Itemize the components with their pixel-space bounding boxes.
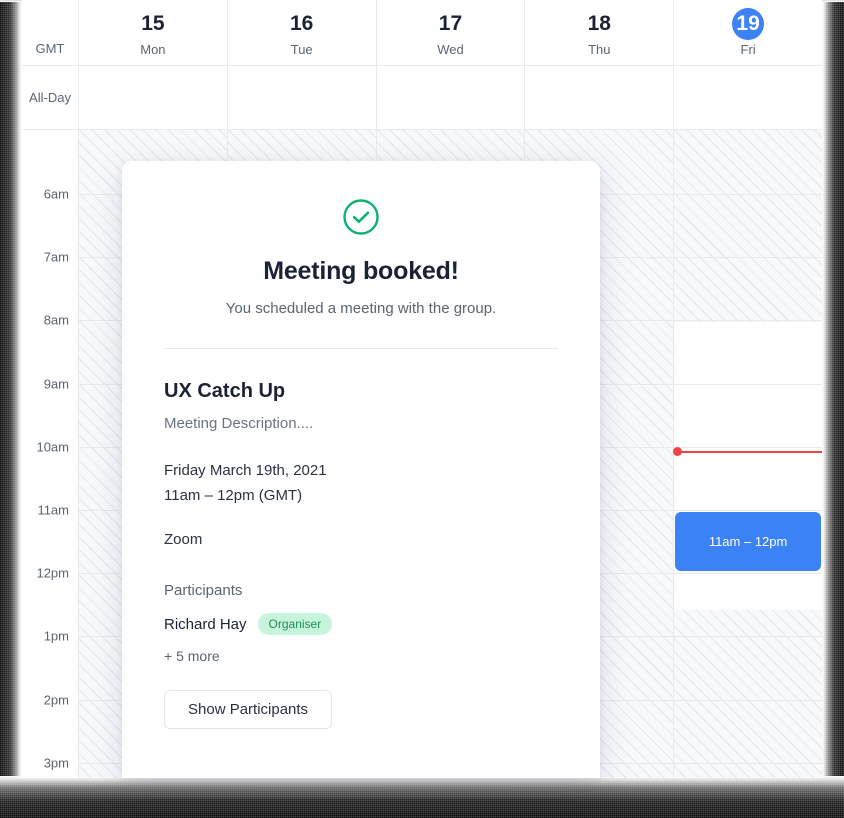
day-header-mon[interactable]: 15 Mon (79, 0, 228, 65)
window-shadow-bottom (0, 776, 844, 818)
day-number: 17 (438, 11, 463, 35)
all-day-cell-tue[interactable] (228, 66, 377, 129)
participants-heading: Participants (164, 582, 243, 599)
day-weekday: Fri (740, 41, 756, 57)
time-label-11am: 11am (37, 502, 69, 518)
all-day-cell-mon[interactable] (79, 66, 228, 129)
all-day-label: All-Day (29, 90, 71, 105)
time-label-6am: 6am (43, 186, 69, 202)
all-day-row: All-Day (22, 66, 822, 130)
day-weekday: Mon (140, 41, 166, 57)
modal-subtitle: You scheduled a meeting with the group. (225, 300, 497, 317)
success-icon-wrap (164, 198, 558, 236)
show-participants-button[interactable]: Show Participants (164, 690, 333, 729)
day-header-wed[interactable]: 17 Wed (377, 0, 526, 65)
organiser-badge: Organiser (257, 613, 333, 635)
window-shadow-left (0, 0, 22, 818)
timezone-cell: GMT (22, 0, 79, 65)
event-description: Meeting Description.... (164, 415, 314, 432)
calendar-header-row: GMT 15 Mon 16 Tue 17 Wed 18 Thu 19 Fri (22, 0, 822, 66)
current-time-line (674, 450, 822, 453)
day-header-tue[interactable]: 16 Tue (228, 0, 377, 65)
event-date: Friday March 19th, 2021 (164, 462, 327, 479)
day-weekday: Thu (588, 41, 611, 57)
time-gutter: 6am 7am 8am 9am 10am 11am 12pm 1pm 2pm 3pm (22, 130, 79, 778)
day-weekday: Wed (437, 41, 464, 57)
day-number: 19 (732, 7, 765, 40)
modal-divider (164, 348, 558, 349)
time-label-1pm: 1pm (43, 628, 69, 644)
check-circle-icon (343, 199, 379, 235)
day-number: 18 (587, 11, 611, 35)
participant-name: Richard Hay (164, 615, 247, 633)
screenshot-root: GMT 15 Mon 16 Tue 17 Wed 18 Thu 19 Fri All-Day 11… (0, 0, 844, 818)
time-label-7am: 7am (43, 249, 69, 265)
time-label-8am: 8am (43, 312, 69, 328)
time-label-3pm: 3pm (43, 755, 69, 771)
all-day-label-cell: All-Day (22, 66, 79, 129)
booked-event-block[interactable]: 11am – 12pm (675, 512, 821, 572)
day-number: 16 (290, 11, 314, 35)
day-header-fri[interactable]: 19 Fri (674, 0, 822, 65)
time-label-9am: 9am (43, 376, 69, 392)
modal-title: Meeting booked! (263, 257, 459, 285)
day-weekday: Tue (290, 41, 313, 57)
all-day-cell-wed[interactable] (377, 66, 526, 129)
timezone-label: GMT (35, 41, 65, 56)
event-location: Zoom (164, 531, 203, 548)
day-column-fri[interactable]: 11am – 12pm (673, 130, 822, 778)
time-label-10am: 10am (36, 439, 69, 455)
time-label-2pm: 2pm (43, 692, 69, 708)
participant-row: Richard Hay Organiser (164, 613, 558, 635)
day-number: 15 (141, 11, 165, 35)
day-header-thu[interactable]: 18 Thu (525, 0, 675, 65)
event-title: UX Catch Up (164, 380, 286, 402)
window-shadow-right (822, 0, 844, 818)
all-day-cell-fri[interactable] (674, 66, 822, 129)
time-label-12pm: 12pm (36, 565, 69, 581)
event-datetime: Friday March 19th, 2021 11am – 12pm (GMT… (164, 458, 558, 508)
all-day-cell-thu[interactable] (525, 66, 675, 129)
more-participants-label: + 5 more (164, 648, 220, 664)
event-time: 11am – 12pm (GMT) (164, 487, 303, 504)
booking-confirmation-modal: Meeting booked! You scheduled a meeting … (122, 161, 600, 778)
